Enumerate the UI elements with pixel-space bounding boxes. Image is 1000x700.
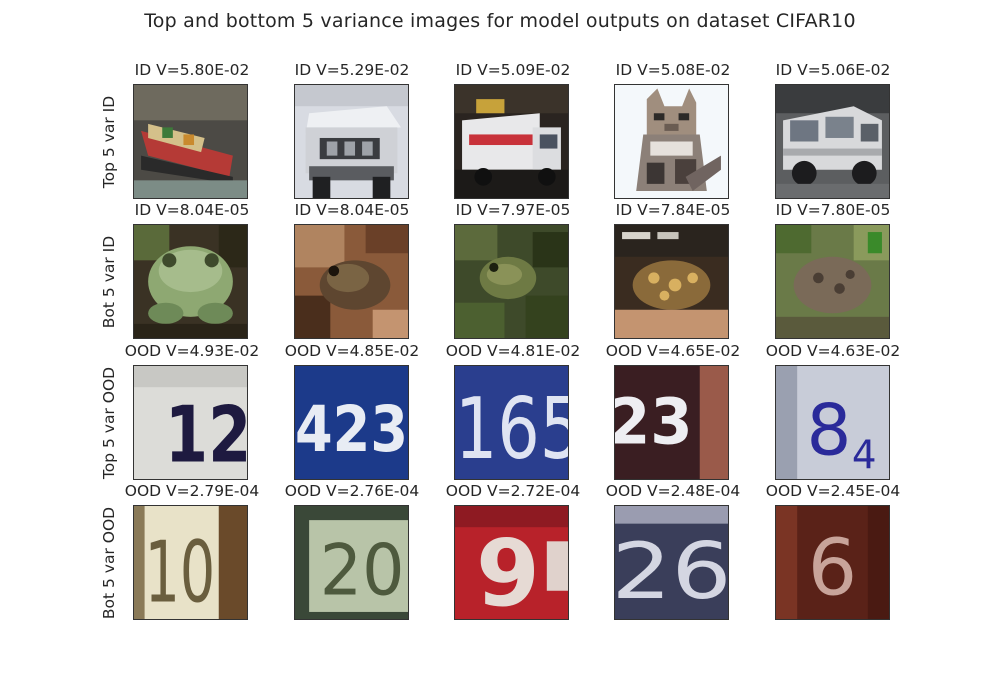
svg-text:12: 12 — [165, 390, 247, 479]
svg-text:165: 165 — [455, 379, 568, 478]
image-thumbnail — [294, 224, 409, 339]
caption: ID V=7.84E-05 — [615, 201, 731, 219]
caption: OOD V=4.63E-02 — [765, 342, 901, 360]
image-thumbnail — [294, 84, 409, 199]
image-thumbnail: 10 — [133, 505, 248, 620]
image-thumbnail: 20 — [294, 505, 409, 620]
caption: ID V=7.97E-05 — [455, 201, 571, 219]
svg-text:20: 20 — [320, 528, 405, 611]
caption: ID V=5.29E-02 — [294, 61, 410, 79]
image-thumbnail — [454, 224, 569, 339]
svg-text:8: 8 — [807, 388, 852, 471]
figure-title: Top and bottom 5 variance images for mod… — [144, 10, 856, 32]
image-thumbnail — [133, 84, 248, 199]
image-thumbnail — [775, 224, 890, 339]
image-thumbnail — [133, 224, 248, 339]
row-label-top-id: Top 5 var ID — [100, 95, 118, 189]
caption: OOD V=2.76E-04 — [284, 482, 420, 500]
caption: ID V=7.80E-05 — [775, 201, 891, 219]
caption: ID V=5.08E-02 — [615, 61, 731, 79]
image-thumbnail: 9 — [454, 505, 569, 620]
image-thumbnail: 423 — [294, 365, 409, 480]
image-thumbnail — [454, 84, 569, 199]
svg-text:4: 4 — [852, 433, 877, 478]
caption: ID V=5.09E-02 — [455, 61, 571, 79]
image-thumbnail — [775, 84, 890, 199]
svg-text:423: 423 — [295, 392, 408, 466]
caption: OOD V=4.85E-02 — [284, 342, 420, 360]
row-label-bot-ood: Bot 5 var OOD — [100, 506, 118, 620]
image-thumbnail: 165 — [454, 365, 569, 480]
caption: OOD V=2.72E-04 — [445, 482, 581, 500]
caption: OOD V=2.79E-04 — [124, 482, 260, 500]
caption: ID V=5.80E-02 — [134, 61, 250, 79]
caption: OOD V=4.65E-02 — [605, 342, 741, 360]
caption: OOD V=2.48E-04 — [605, 482, 741, 500]
svg-text:10: 10 — [145, 522, 216, 619]
caption: ID V=8.04E-05 — [134, 201, 250, 219]
svg-text:6: 6 — [808, 523, 857, 613]
row-label-top-ood: Top 5 var OOD — [100, 366, 118, 480]
svg-text:9: 9 — [476, 520, 540, 619]
image-thumbnail: 26 — [614, 505, 729, 620]
image-thumbnail: 8 4 — [775, 365, 890, 480]
svg-text:23: 23 — [615, 385, 693, 459]
caption: OOD V=2.45E-04 — [765, 482, 901, 500]
caption: OOD V=4.93E-02 — [124, 342, 260, 360]
caption: OOD V=4.81E-02 — [445, 342, 581, 360]
image-thumbnail: 6 — [775, 505, 890, 620]
caption: ID V=5.06E-02 — [775, 61, 891, 79]
image-thumbnail — [614, 224, 729, 339]
svg-text:26: 26 — [615, 527, 728, 617]
row-label-bot-id: Bot 5 var ID — [100, 235, 118, 329]
image-thumbnail: 23 — [614, 365, 729, 480]
caption: ID V=8.04E-05 — [294, 201, 410, 219]
image-thumbnail: 12 — [133, 365, 248, 480]
image-thumbnail — [614, 84, 729, 199]
